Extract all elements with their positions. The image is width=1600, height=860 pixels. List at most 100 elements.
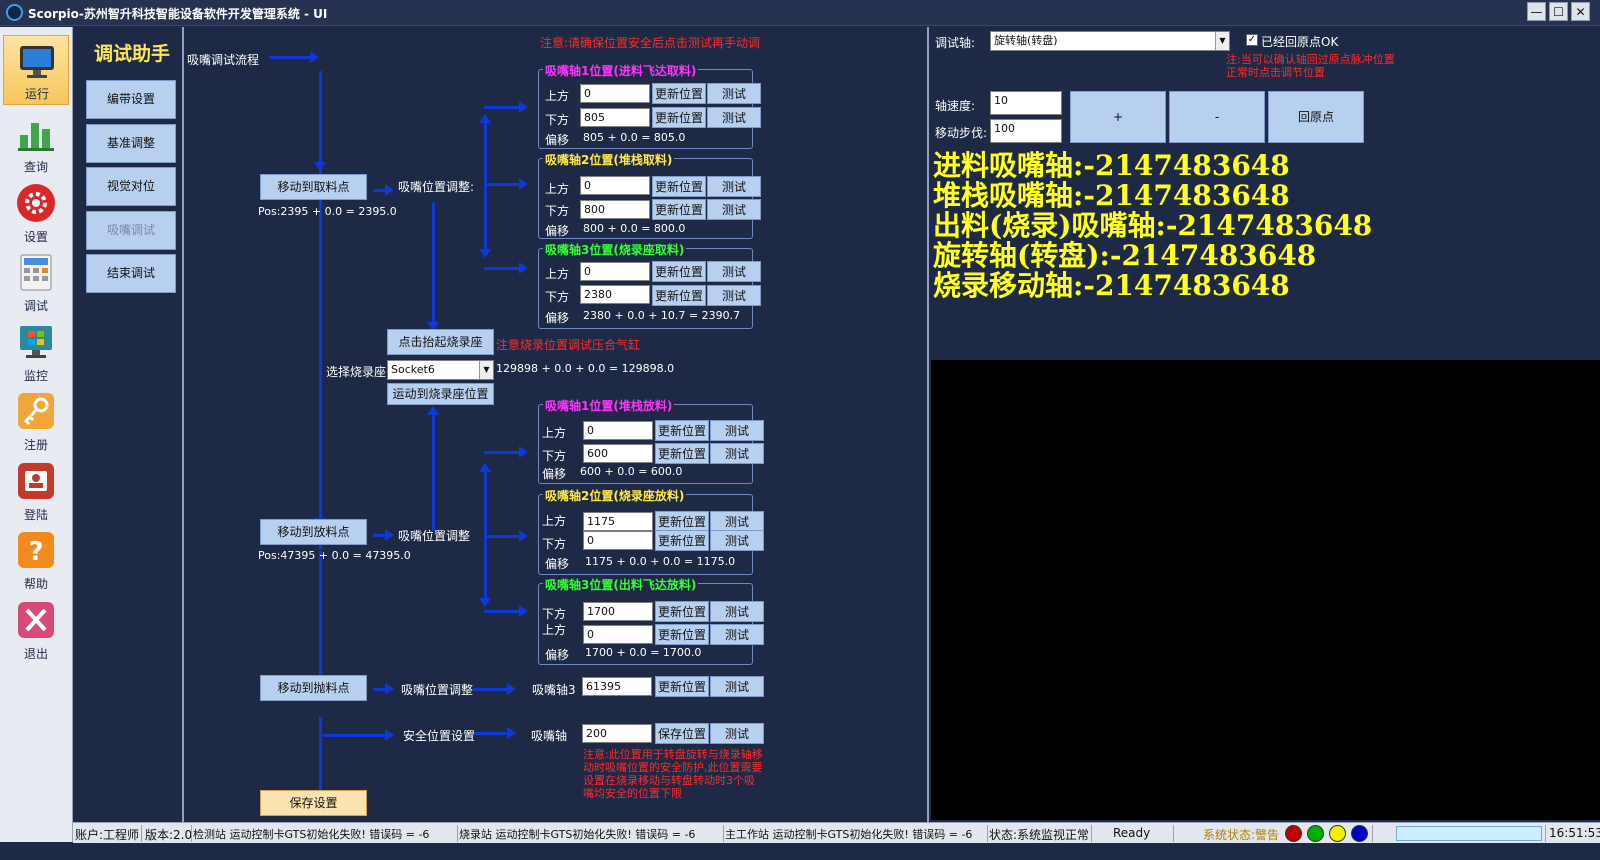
camera-view [931, 360, 1600, 820]
sidebar-item-register[interactable]: 注册 [3, 385, 69, 455]
minimize-button[interactable]: — [1527, 2, 1546, 21]
test-button[interactable]: 测试 [707, 176, 761, 197]
sidebar-item-debug[interactable]: 调试 [3, 246, 69, 316]
close-button[interactable]: ✕ [1571, 2, 1590, 21]
burn-station-error: 烧录站 运动控制卡GTS初始化失败! 错误码 = -6 [459, 828, 696, 841]
end-debug-button[interactable]: 结束调试 [86, 254, 176, 293]
home-button[interactable]: 回原点 [1268, 91, 1364, 143]
chevron-down-icon: ▼ [479, 361, 493, 379]
vision-align-button[interactable]: 视觉对位 [86, 167, 176, 206]
jog-plus-button[interactable]: + [1070, 91, 1166, 143]
homed-checkbox[interactable]: ✓ [1246, 34, 1258, 46]
save-settings-button[interactable]: 保存设置 [260, 790, 367, 816]
update-position-button[interactable]: 更新位置 [655, 676, 709, 697]
lift-socket-button[interactable]: 点击抬起烧录座 [387, 329, 494, 355]
nozzle2-pick-up-input[interactable]: 0 [580, 176, 650, 195]
sidebar-item-label: 退出 [23, 647, 48, 661]
nozzle3-pick-up-input[interactable]: 0 [580, 262, 650, 281]
update-position-button[interactable]: 更新位置 [652, 199, 706, 220]
update-position-button[interactable]: 更新位置 [655, 601, 709, 622]
test-button[interactable]: 测试 [710, 511, 764, 532]
test-button[interactable]: 测试 [710, 530, 764, 551]
test-button[interactable]: 测试 [710, 624, 764, 645]
maximize-button[interactable]: ☐ [1549, 2, 1568, 21]
sidebar-item-monitor[interactable]: 监控 [3, 316, 69, 386]
sidebar-item-settings[interactable]: 设置 [3, 177, 69, 247]
update-position-button[interactable]: 更新位置 [652, 83, 706, 104]
test-button[interactable]: 测试 [710, 443, 764, 464]
update-position-button[interactable]: 更新位置 [652, 176, 706, 197]
sidebar-item-query[interactable]: 查询 [3, 107, 69, 177]
axis-select[interactable]: 旋转轴(转盘) ▼ [990, 31, 1230, 51]
reference-adjust-button[interactable]: 基准调整 [86, 124, 176, 163]
select-socket-label: 选择烧录座 [326, 365, 387, 379]
sidebar-item-label: 运行 [24, 87, 49, 101]
test-button[interactable]: 测试 [710, 723, 764, 744]
nozzle3-throw-input[interactable]: 61395 [582, 677, 652, 696]
test-button[interactable]: 测试 [707, 107, 761, 128]
test-button[interactable]: 测试 [707, 199, 761, 220]
nozzle-debug-button[interactable]: 吸嘴调试 [86, 211, 176, 250]
group-title: 吸嘴轴3位置(出料飞达放料) [543, 576, 699, 593]
socket-select[interactable]: Socket6 ▼ [387, 360, 494, 380]
windows-monitor-icon [20, 326, 52, 358]
test-button[interactable]: 测试 [707, 261, 761, 282]
update-position-button[interactable]: 更新位置 [652, 261, 706, 282]
burn-move-axis-readout: 烧录移动轴:-2147483648 [933, 269, 1290, 302]
save-position-button[interactable]: 保存位置 [655, 723, 709, 744]
sidebar-item-run[interactable]: 运行 [3, 35, 69, 105]
offset-label: 偏移 [545, 224, 570, 238]
red-led-icon [1285, 825, 1302, 842]
green-led-icon [1307, 825, 1324, 842]
nozzle1-pick-up-input[interactable]: 0 [580, 84, 650, 103]
update-position-button[interactable]: 更新位置 [655, 511, 709, 532]
ready-status: Ready [1113, 826, 1151, 840]
test-button[interactable]: 测试 [707, 83, 761, 104]
test-button[interactable]: 测试 [710, 601, 764, 622]
sidebar-item-login[interactable]: 登陆 [3, 455, 69, 525]
move-to-socket-button[interactable]: 运动到烧录座位置 [387, 383, 494, 405]
nozzle2-place-down-input[interactable]: 0 [583, 531, 653, 550]
up-label: 上方 [545, 89, 570, 103]
offset-calc: 1175 + 0.0 + 0.0 = 1175.0 [585, 555, 736, 568]
test-button[interactable]: 测试 [710, 676, 764, 697]
move-to-place-button[interactable]: 移动到放料点 [260, 519, 367, 545]
chevron-down-icon: ▼ [1215, 32, 1229, 50]
axis-select-value: 旋转轴(转盘) [994, 34, 1058, 47]
throw-nozzle-adjust-label: 吸嘴位置调整 [401, 683, 474, 697]
sidebar-item-help[interactable]: ? 帮助 [3, 524, 69, 594]
nozzle1-place-up-input[interactable]: 0 [583, 421, 653, 440]
sidebar-item-exit[interactable]: 退出 [3, 594, 69, 664]
update-position-button[interactable]: 更新位置 [655, 443, 709, 464]
up-label: 上方 [542, 623, 567, 637]
jog-minus-button[interactable]: - [1169, 91, 1265, 143]
nozzle3-place-up-input[interactable]: 0 [583, 625, 653, 644]
speed-input[interactable]: 10 [990, 91, 1062, 115]
place-nozzle-adjust-label: 吸嘴位置调整 [398, 529, 471, 543]
move-to-throw-button[interactable]: 移动到抛料点 [260, 675, 367, 701]
update-position-button[interactable]: 更新位置 [655, 420, 709, 441]
nozzle2-place-up-input[interactable]: 1175 [583, 512, 653, 531]
update-position-button[interactable]: 更新位置 [652, 107, 706, 128]
update-position-button[interactable]: 更新位置 [655, 530, 709, 551]
group-title: 吸嘴轴2位置(堆栈取料) [543, 151, 675, 168]
monitor-icon [20, 46, 54, 78]
offset-calc: 2380 + 0.0 + 10.7 = 2390.7 [583, 309, 741, 322]
update-position-button[interactable]: 更新位置 [652, 285, 706, 306]
test-button[interactable]: 测试 [710, 420, 764, 441]
title-bar: Scorpio-苏州智升科技智能设备软件开发管理系统 - UI — ☐ ✕ [0, 0, 1600, 26]
gear-icon [17, 184, 55, 222]
test-button[interactable]: 测试 [707, 285, 761, 306]
move-to-pick-button[interactable]: 移动到取料点 [260, 174, 367, 200]
nozzle2-pick-down-input[interactable]: 800 [580, 200, 650, 219]
tape-settings-button[interactable]: 编带设置 [86, 80, 176, 119]
nozzle1-pick-down-input[interactable]: 805 [580, 108, 650, 127]
sidebar-item-label: 设置 [23, 230, 48, 244]
safe-position-input[interactable]: 200 [582, 724, 652, 743]
nozzle3-pick-down-input[interactable]: 2380 [580, 285, 650, 304]
progress-bar [1396, 826, 1542, 841]
step-input[interactable]: 100 [990, 119, 1062, 143]
nozzle1-place-down-input[interactable]: 600 [583, 444, 653, 463]
nozzle3-place-down-input[interactable]: 1700 [583, 602, 653, 621]
update-position-button[interactable]: 更新位置 [655, 624, 709, 645]
